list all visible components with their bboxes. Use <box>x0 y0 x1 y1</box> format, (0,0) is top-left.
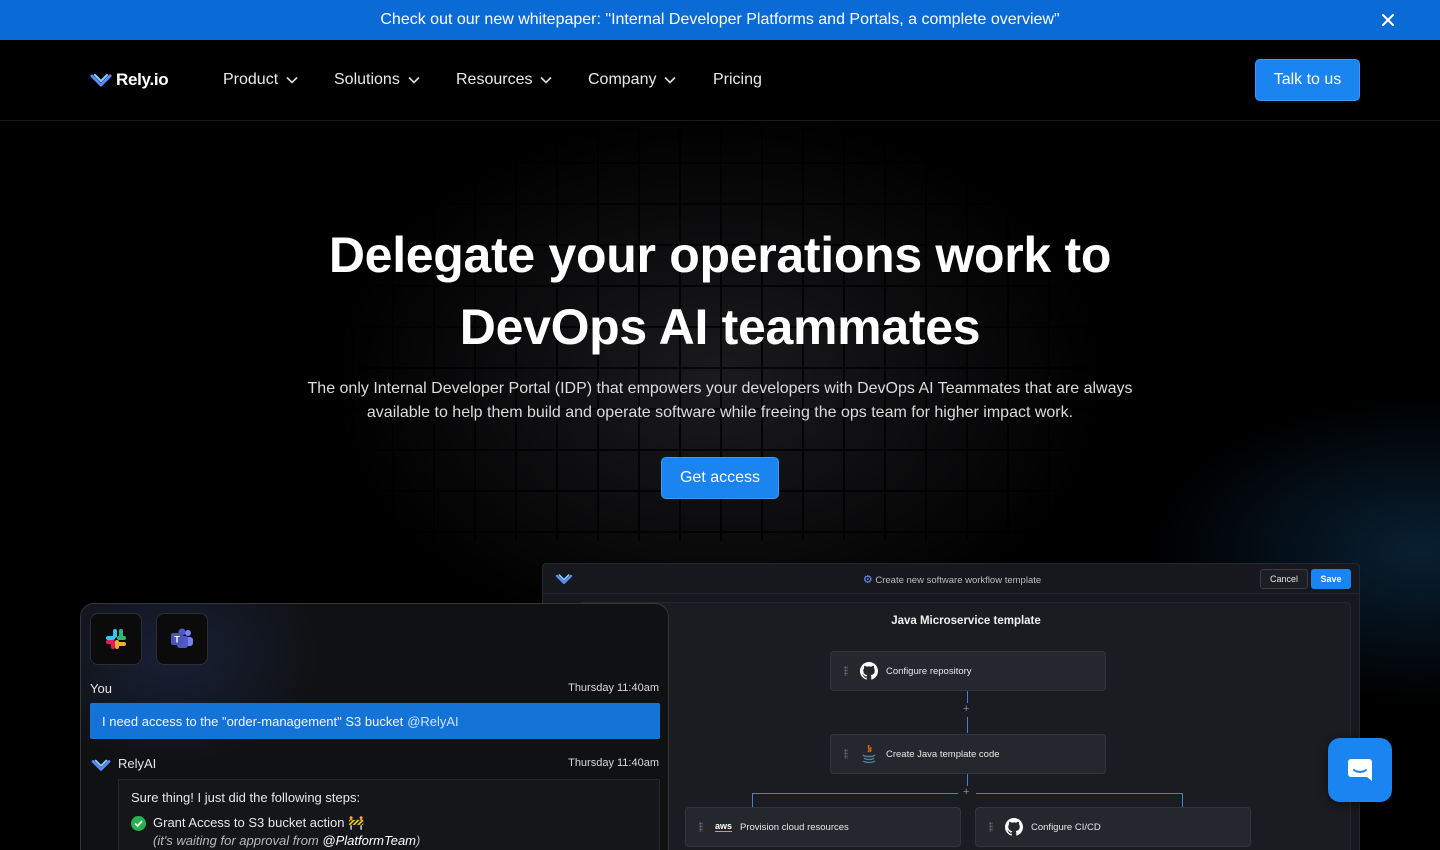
node-label: Configure CI/CD <box>1031 821 1101 833</box>
nav-item-label: Product <box>223 71 279 88</box>
github-icon <box>860 662 878 680</box>
mention[interactable]: @RelyAI <box>407 714 459 729</box>
cancel-button[interactable]: Cancel <box>1260 569 1308 589</box>
connector-line <box>967 691 968 703</box>
drag-handle-icon[interactable] <box>844 666 848 676</box>
user-message-text: I need access to the "order-management" … <box>102 713 404 729</box>
connector-line <box>976 793 1183 794</box>
hero-subtext: The only Internal Developer Portal (IDP)… <box>307 380 1133 421</box>
workflow-canvas: Java Microservice template Configure rep… <box>579 602 1351 850</box>
announcement-banner[interactable]: Check out our new whitepaper: "Internal … <box>0 0 1440 40</box>
hero-section: Delegate your operations work to DevOps … <box>0 121 1440 850</box>
nav-item-label: Pricing <box>713 71 762 88</box>
svg-text:T: T <box>174 635 180 645</box>
connector-line <box>1182 793 1183 807</box>
logo[interactable]: Rely.io <box>90 70 169 90</box>
message-timestamp: Thursday 11:40am <box>568 682 659 694</box>
bot-step-note: (it's waiting for approval from @Platfor… <box>153 833 420 848</box>
message-author: You <box>90 681 112 696</box>
workflow-toolbar: ⚙ Create new software workflow template … <box>543 564 1359 594</box>
bot-reply: Sure thing! I just did the following ste… <box>118 779 660 850</box>
workflow-node-create-java-template[interactable]: Create Java template code <box>830 734 1106 774</box>
nav-item-company[interactable]: Company <box>588 71 677 89</box>
logo-text: Rely.io <box>116 70 169 89</box>
chat-icon <box>1348 759 1372 781</box>
drag-handle-icon[interactable] <box>699 822 703 832</box>
chevron-down-icon <box>286 76 298 84</box>
workflow-title-text: Create new software workflow template <box>875 575 1042 586</box>
nav-item-pricing[interactable]: Pricing <box>713 71 762 89</box>
close-icon[interactable] <box>1380 12 1396 28</box>
slack-logo <box>106 629 126 649</box>
github-icon <box>1005 818 1023 836</box>
check-icon <box>131 816 146 831</box>
nav-item-label: Resources <box>456 71 533 88</box>
bot-step-text: Grant Access to S3 bucket action <box>153 815 345 830</box>
template-name: Java Microservice template <box>891 615 1041 627</box>
mention[interactable]: @PlatformTeam <box>322 833 416 848</box>
add-step-icon[interactable]: + <box>963 786 969 798</box>
nav-item-product[interactable]: Product <box>223 71 298 89</box>
workflow-node-configure-cicd[interactable]: Configure CI/CD <box>975 807 1251 847</box>
teams-logo: T <box>171 628 193 648</box>
gear-icon: ⚙ <box>862 574 873 586</box>
user-message: I need access to the "order-management" … <box>90 703 660 739</box>
workflow-node-configure-repository[interactable]: Configure repository <box>830 651 1106 691</box>
node-label: Configure repository <box>886 665 972 677</box>
add-step-icon[interactable]: + <box>963 703 969 715</box>
java-icon <box>862 744 876 764</box>
workflow-title: ⚙ Create new software workflow template <box>543 573 1359 586</box>
talk-to-us-button[interactable]: Talk to us <box>1255 59 1360 101</box>
message-author: RelyAI <box>118 756 157 771</box>
connector-line <box>752 793 958 794</box>
chevron-down-icon <box>408 76 420 84</box>
chevron-down-icon <box>664 76 677 84</box>
connector-line <box>752 793 753 807</box>
node-label: Provision cloud resources <box>740 821 849 833</box>
support-chat-button[interactable] <box>1328 738 1392 802</box>
connector-line <box>967 717 968 733</box>
banner-text[interactable]: Check out our new whitepaper: "Internal … <box>380 11 1059 29</box>
chat-panel: T You Thursday 11:40am I need access to … <box>80 603 669 850</box>
message-timestamp: Thursday 11:40am <box>568 757 659 769</box>
aws-icon: aws <box>715 821 733 832</box>
rely-logo-icon <box>90 74 112 87</box>
save-button[interactable]: Save <box>1311 569 1351 589</box>
connector-line <box>967 774 968 786</box>
nav-item-solutions[interactable]: Solutions <box>334 71 420 89</box>
construction-icon: 🚧 <box>348 815 365 830</box>
chevron-down-icon <box>540 76 553 84</box>
teams-icon[interactable]: T <box>156 613 208 665</box>
slack-icon[interactable] <box>90 613 142 665</box>
note-text: (it's waiting for approval from <box>153 833 323 848</box>
drag-handle-icon[interactable] <box>989 822 993 832</box>
nav-item-label: Solutions <box>334 71 400 88</box>
node-label: Create Java template code <box>886 748 1000 760</box>
bot-step: Grant Access to S3 bucket action 🚧 <box>153 815 364 831</box>
get-access-button[interactable]: Get access <box>661 457 779 499</box>
workflow-node-provision-cloud[interactable]: aws Provision cloud resources <box>685 807 961 847</box>
rely-avatar-icon <box>91 759 111 771</box>
drag-handle-icon[interactable] <box>844 749 848 759</box>
top-navigation: Rely.io Product Solutions Resources Comp… <box>0 40 1440 121</box>
hero-headline-line-1: Delegate your operations work to <box>328 227 1112 283</box>
hero-headline-line-2: DevOps AI teammates <box>459 299 981 355</box>
nav-item-resources[interactable]: Resources <box>456 71 553 89</box>
bot-reply-intro: Sure thing! I just did the following ste… <box>131 790 361 805</box>
note-text: ) <box>416 833 421 848</box>
nav-item-label: Company <box>588 71 657 88</box>
